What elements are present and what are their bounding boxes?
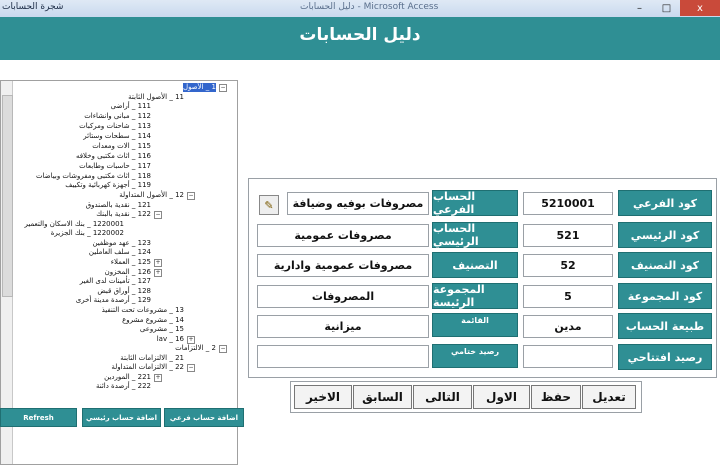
tree-panel: 1 _ الأصول −11 _ الأصول الثابتة 111 _ أراض…	[0, 60, 245, 465]
collapse-icon[interactable]: −	[219, 84, 227, 92]
tree-node[interactable]: 124 _ سلف العاملين	[89, 248, 151, 257]
tree-node[interactable]: 12 _ الأصول المتداولة	[119, 191, 184, 200]
minimize-button[interactable]: –	[626, 0, 653, 16]
group-code-field[interactable]: 5	[523, 285, 613, 308]
expand-icon[interactable]: +	[154, 269, 162, 277]
tree-node[interactable]: 14 _ مشروع مشروع	[122, 316, 184, 325]
window-titlebar: شجرة الحسابات دليل الحسابات - Microsoft …	[0, 0, 720, 18]
sub-account-field[interactable]: مصروفات بوفيه وضيافة	[287, 192, 429, 215]
closing-balance-field[interactable]	[257, 345, 429, 368]
navigation-bar: تعديل حفظ الاول التالى السابق الاخير	[290, 381, 642, 413]
tree-node[interactable]: 21 _ الالتزامات الثابتة	[120, 354, 184, 363]
next-button[interactable]: التالى	[413, 385, 472, 409]
class-field[interactable]: مصروفات عمومية وادارية	[257, 254, 429, 277]
pencil-icon[interactable]: ✎	[259, 195, 279, 215]
tree-node[interactable]: 115 _ الات ومعدات	[92, 142, 151, 151]
tree-node[interactable]: 128 _ أوراق قبض	[97, 287, 151, 296]
add-main-account-button[interactable]: اضافة حساب رئيسي	[82, 408, 161, 427]
tree-node[interactable]: 113 _ شاحنات ومركبات	[79, 122, 151, 131]
tree-node[interactable]: 118 _ اثاث مكتبى ومفروشات وبياضات	[36, 172, 151, 181]
tree-node[interactable]: 1220001 _ بنك الاسكان والتعمير	[25, 220, 124, 229]
tree-node[interactable]: 1220002 _ بنك الجزيرة	[51, 229, 124, 238]
sub-account-label: الحساب الفرعي	[432, 190, 518, 216]
expand-icon[interactable]: +	[187, 336, 195, 344]
account-details-panel: كود الفرعي 5210001 الحساب الفرعي مصروفات…	[245, 60, 720, 451]
expand-icon[interactable]: +	[154, 374, 162, 382]
window-controls: – □ x	[626, 0, 720, 16]
tree-node[interactable]: 11 _ الأصول الثابتة	[128, 93, 184, 102]
app-title: دليل الحسابات - Microsoft Access	[300, 2, 439, 12]
tree-actions: Refresh اضافة حساب رئيسي اضافة حساب فرعي	[0, 408, 245, 428]
tree-node[interactable]: 125 _ العملاء	[111, 258, 151, 267]
window-title: شجرة الحسابات	[2, 2, 64, 12]
tree-node[interactable]: 16 _ lav	[157, 335, 184, 344]
tree-node[interactable]: 119 _ أجهزة كهربائية وتكييف	[65, 181, 151, 190]
group-code-label: كود المجموعة	[618, 283, 712, 309]
close-button[interactable]: x	[680, 0, 720, 16]
collapse-icon[interactable]: −	[187, 364, 195, 372]
closing-balance-label: رصيد ختامي	[432, 344, 518, 368]
tree-node[interactable]: 112 _ مبانى وانشاءات	[84, 112, 151, 121]
maximize-button[interactable]: □	[653, 0, 680, 16]
group-field[interactable]: المصروفات	[257, 285, 429, 308]
account-form: كود الفرعي 5210001 الحساب الفرعي مصروفات…	[248, 178, 717, 378]
collapse-icon[interactable]: −	[187, 192, 195, 200]
tree-node[interactable]: 111 _ أراضى	[111, 102, 151, 111]
add-sub-account-button[interactable]: اضافة حساب فرعي	[164, 408, 244, 427]
list-label: القائمة	[432, 313, 518, 337]
main-account-field[interactable]: مصروفات عمومية	[257, 224, 429, 247]
last-button[interactable]: الاخير	[294, 385, 352, 409]
tree-node[interactable]: 127 _ تأمينات لدى الغير	[80, 277, 151, 286]
tree-node[interactable]: 222 _ أرصدة دائنة	[96, 382, 151, 391]
tree-node[interactable]: 2 _ الالتزامات	[175, 344, 216, 353]
tree-node[interactable]: 15 _ مشروعى	[140, 325, 184, 334]
expand-icon[interactable]: +	[154, 259, 162, 267]
group-label: المجموعة الرئيسة	[432, 283, 518, 309]
tree-node[interactable]: 117 _ حاسبات وطابعات	[79, 162, 151, 171]
edit-button[interactable]: تعديل	[582, 385, 636, 409]
tree-node[interactable]: 126 _ المخزون	[105, 268, 151, 277]
tree-scrollbar[interactable]	[1, 81, 13, 464]
refresh-button[interactable]: Refresh	[0, 408, 77, 427]
sub-code-label: كود الفرعي	[618, 190, 712, 216]
tree-node[interactable]: 114 _ سطحات وستائر	[83, 132, 151, 141]
main-code-label: كود الرئيسي	[618, 222, 712, 248]
tree-node[interactable]: 221 _ الموردين	[104, 373, 151, 382]
opening-balance-label: رصيد افتتاحي	[618, 344, 712, 370]
nature-field[interactable]: مدين	[523, 315, 613, 338]
main-code-field[interactable]: 521	[523, 224, 613, 247]
tree-node[interactable]: 122 _ نقدية بالبنك	[96, 210, 151, 219]
tree-node[interactable]: 13 _ مشروعات تحت التنفيذ	[102, 306, 184, 315]
tree-node[interactable]: 1 _ الأصول	[182, 83, 216, 92]
collapse-icon[interactable]: −	[219, 345, 227, 353]
nature-label: طبيعة الحساب	[618, 313, 712, 339]
list-field[interactable]: ميزانية	[257, 315, 429, 338]
collapse-icon[interactable]: −	[154, 211, 162, 219]
page-title: دليل الحسابات	[299, 25, 421, 45]
tree-node[interactable]: 129 _ أرصدة مدينة أخرى	[76, 296, 151, 305]
opening-balance-field[interactable]	[523, 345, 613, 368]
tree-node[interactable]: 22 _ الالتزامات المتداولة	[111, 363, 184, 372]
tree-node[interactable]: 123 _ عهد موظفين	[92, 239, 151, 248]
tree-node[interactable]: 116 _ اثاث مكتبى وخلافه	[76, 152, 151, 161]
class-label: التصنيف	[432, 252, 518, 278]
class-code-field[interactable]: 52	[523, 254, 613, 277]
previous-button[interactable]: السابق	[353, 385, 412, 409]
save-button[interactable]: حفظ	[531, 385, 581, 409]
first-button[interactable]: الاول	[473, 385, 530, 409]
tree-node[interactable]: 121 _ نقدية بالصندوق	[86, 201, 151, 210]
main-account-label: الحساب الرئيسي	[432, 222, 518, 248]
class-code-label: كود التصنيف	[618, 252, 712, 278]
sub-code-field[interactable]: 5210001	[523, 192, 613, 215]
form-header: دليل الحسابات	[0, 17, 720, 60]
scrollbar-thumb[interactable]	[2, 95, 13, 297]
